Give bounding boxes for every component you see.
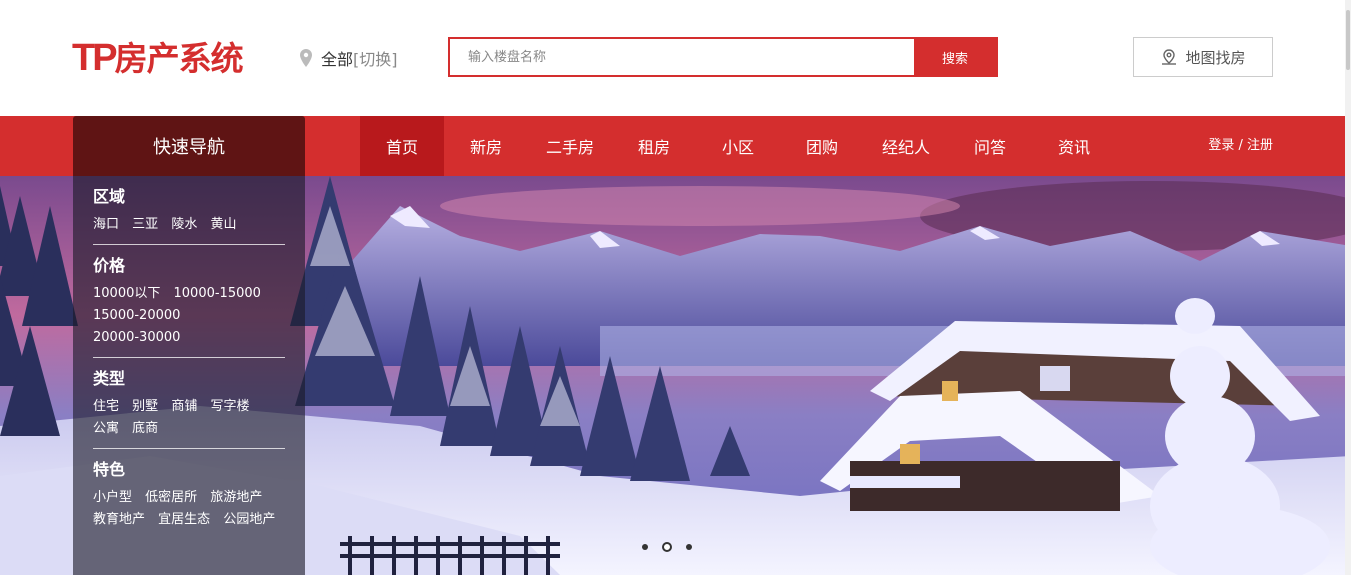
quick-nav-link[interactable]: 别墅 xyxy=(132,399,158,414)
nav-item[interactable]: 小区 xyxy=(696,116,780,176)
nav-item[interactable]: 资讯 xyxy=(1032,116,1116,176)
quick-nav-link[interactable]: 旅游地产 xyxy=(210,490,262,505)
site-logo[interactable]: TP房产系统 xyxy=(72,36,244,80)
location-pin-icon xyxy=(300,49,312,67)
quick-nav-body: 区域海口 三亚 陵水 黄山 价格 10000以下 10000-15000 1500… xyxy=(73,176,305,575)
quick-nav-section-title: 价格 xyxy=(93,256,126,275)
page-scrollbar[interactable] xyxy=(1345,0,1351,575)
search-input[interactable] xyxy=(450,39,914,75)
city-current: 全部 xyxy=(321,50,354,69)
quick-nav-links: 住宅 别墅 商铺 写字楼 公寓 底商 xyxy=(93,396,285,440)
quick-nav-title: 快速导航 xyxy=(73,116,305,176)
carousel-dot-active[interactable] xyxy=(662,542,672,552)
quick-nav-section: 特色小户型 低密居所 旅游地产 教育地产 宜居生态 公园地产 xyxy=(93,449,285,539)
login-register-link[interactable]: 登录 / 注册 xyxy=(1208,116,1273,176)
carousel-dot[interactable] xyxy=(642,544,648,550)
quick-nav-link[interactable]: 底商 xyxy=(132,421,158,436)
logo-tp: TP xyxy=(72,37,118,79)
search-button[interactable]: 搜索 xyxy=(914,39,996,75)
quick-nav-link[interactable]: 小户型 xyxy=(93,490,132,505)
quick-nav-section-title: 类型 xyxy=(93,369,126,388)
quick-nav-link[interactable]: 宜居生态 xyxy=(158,512,210,527)
nav-item[interactable]: 首页 xyxy=(360,116,444,176)
nav-item[interactable]: 经纪人 xyxy=(864,116,948,176)
nav-item[interactable]: 新房 xyxy=(444,116,528,176)
quick-nav-links: 海口 三亚 陵水 黄山 xyxy=(93,214,285,236)
nav-item[interactable]: 二手房 xyxy=(528,116,612,176)
map-pin-icon xyxy=(1162,49,1177,65)
quick-nav-link[interactable]: 三亚 xyxy=(132,217,158,232)
carousel-dot[interactable] xyxy=(686,544,692,550)
logo-text: 房产系统 xyxy=(114,39,244,78)
quick-nav-section: 区域海口 三亚 陵水 黄山 xyxy=(93,176,285,245)
quick-nav-link[interactable]: 教育地产 xyxy=(93,512,145,527)
quick-nav-link[interactable]: 海口 xyxy=(93,217,119,232)
quick-nav-section: 类型住宅 别墅 商铺 写字楼 公寓 底商 xyxy=(93,358,285,449)
city-selector[interactable]: 全部 [切换] xyxy=(300,46,398,70)
city-switch-link[interactable]: [切换] xyxy=(353,46,398,70)
quick-nav-link[interactable]: 写字楼 xyxy=(210,399,249,414)
quick-nav-link[interactable]: 住宅 xyxy=(93,399,119,414)
quick-nav-links: 10000以下 10000-15000 15000-20000 20000-30… xyxy=(93,283,285,349)
quick-nav-section: 价格 10000以下 10000-15000 15000-20000 20000-… xyxy=(93,245,285,358)
nav-item[interactable]: 租房 xyxy=(612,116,696,176)
quick-nav-section-title: 区域 xyxy=(93,187,126,206)
nav-item[interactable]: 问答 xyxy=(948,116,1032,176)
page: TP房产系统 全部 [切换] 搜索 地图找房 首页新房二手房租房小区团购经纪人问… xyxy=(0,0,1351,575)
map-search-label: 地图找房 xyxy=(1185,48,1246,67)
quick-nav-link[interactable]: 公寓 xyxy=(93,421,119,436)
search-bar: 搜索 xyxy=(448,37,998,77)
quick-nav-section-title: 特色 xyxy=(93,460,126,479)
carousel-dots xyxy=(642,542,692,552)
quick-nav-link[interactable]: 10000-15000 xyxy=(174,286,261,301)
quick-nav-link[interactable]: 15000-20000 xyxy=(93,308,180,323)
scrollbar-thumb[interactable] xyxy=(1346,10,1350,70)
quick-nav-link[interactable]: 黄山 xyxy=(210,217,236,232)
main-nav: 首页 新房 二手房 租房 小区 团购 经纪人 问答 资讯 xyxy=(360,116,1116,176)
quick-nav-panel: 快速导航 区域海口 三亚 陵水 黄山 价格 10000以下 10000-15000… xyxy=(73,116,305,575)
quick-nav-link[interactable]: 10000以下 xyxy=(93,286,160,301)
quick-nav-link[interactable]: 陵水 xyxy=(171,217,197,232)
nav-item[interactable]: 团购 xyxy=(780,116,864,176)
quick-nav-link[interactable]: 商铺 xyxy=(171,399,197,414)
quick-nav-link[interactable]: 20000-30000 xyxy=(93,330,180,345)
quick-nav-link[interactable]: 公园地产 xyxy=(223,512,275,527)
quick-nav-link[interactable]: 低密居所 xyxy=(145,490,197,505)
site-header: TP房产系统 全部 [切换] 搜索 地图找房 xyxy=(0,0,1351,116)
quick-nav-links: 小户型 低密居所 旅游地产 教育地产 宜居生态 公园地产 xyxy=(93,487,285,531)
map-search-button[interactable]: 地图找房 xyxy=(1133,37,1273,77)
